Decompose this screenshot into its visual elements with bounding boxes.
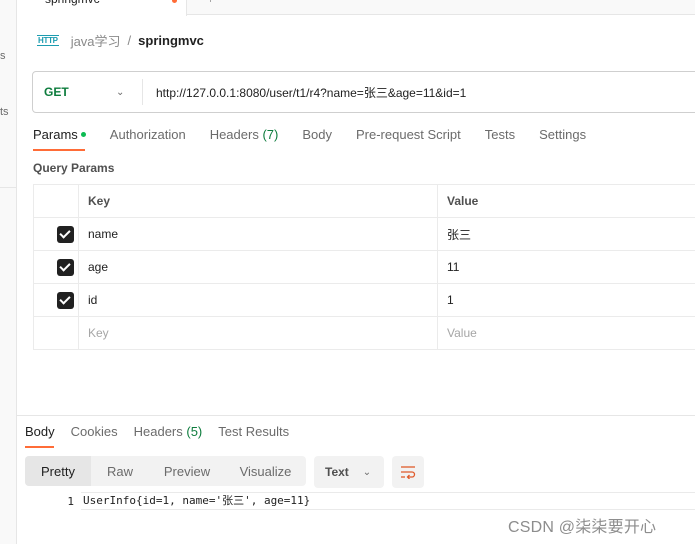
breadcrumb-separator: /: [127, 32, 132, 48]
new-param-value-input[interactable]: Value: [437, 316, 695, 350]
checkbox-cell: [33, 250, 79, 284]
param-enabled-checkbox[interactable]: [57, 258, 74, 276]
response-format-select[interactable]: Text ⌄: [314, 456, 384, 488]
response-view-mode: Pretty Raw Preview Visualize: [25, 456, 306, 486]
tab-label: Tests: [484, 127, 516, 142]
param-key[interactable]: name: [78, 217, 438, 251]
tab-label: Cookies: [70, 424, 118, 439]
sidebar-divider: [0, 187, 17, 188]
table-row-new: Key Value: [33, 316, 695, 350]
checkbox-cell: [33, 217, 79, 251]
checkbox-column-header: [33, 184, 79, 218]
value-column-header: Value: [437, 184, 695, 218]
mode-visualize-button[interactable]: Visualize: [225, 456, 306, 486]
mode-pretty-button[interactable]: Pretty: [25, 456, 91, 486]
param-enabled-checkbox[interactable]: [57, 225, 74, 243]
watermark: CSDN @柒柒要开心: [508, 519, 657, 536]
tab-label: Test Results: [218, 424, 290, 439]
params-active-dot-icon: [80, 132, 86, 137]
tab-label: Params: [33, 127, 78, 142]
response-pane-divider[interactable]: [17, 415, 695, 416]
sidebar-fragment[interactable]: ts: [0, 106, 9, 118]
http-icon: HTTP: [37, 34, 59, 46]
param-enabled-checkbox[interactable]: [57, 291, 74, 309]
checkbox-cell: [33, 316, 79, 350]
tab-label: Headers: [209, 127, 259, 142]
table-header-row: Key Value: [33, 184, 695, 218]
mode-preview-button[interactable]: Preview: [149, 456, 225, 486]
new-param-key-input[interactable]: Key: [78, 316, 438, 350]
response-body-text[interactable]: UserInfo{id=1, name='张三', age=11}: [81, 492, 695, 510]
tab-label: Authorization: [109, 127, 186, 142]
breadcrumb: HTTP java学习 / springmvc: [37, 31, 204, 49]
headers-count: (5): [186, 424, 203, 439]
request-tabstrip: springmvc +: [17, 0, 695, 16]
tab-settings[interactable]: Settings: [539, 127, 586, 151]
param-key[interactable]: age: [78, 250, 438, 284]
tab-authorization[interactable]: Authorization: [110, 127, 186, 151]
key-column-header: Key: [78, 184, 438, 218]
param-key[interactable]: id: [78, 283, 438, 317]
new-tab-button[interactable]: +: [207, 0, 214, 6]
tab-params[interactable]: Params: [33, 127, 86, 151]
tab-tests[interactable]: Tests: [485, 127, 515, 151]
tab-label: Headers: [133, 424, 183, 439]
tab-pre-request-script[interactable]: Pre-request Script: [356, 127, 461, 151]
tab-response-headers[interactable]: Headers (5): [134, 424, 203, 448]
tab-label: Settings: [539, 127, 587, 142]
method-label: GET: [44, 85, 69, 99]
table-row: id 1: [33, 283, 695, 317]
tab-headers[interactable]: Headers (7): [210, 127, 279, 151]
left-sidebar: s ts: [0, 0, 17, 544]
checkbox-cell: [33, 283, 79, 317]
request-tab-active[interactable]: springmvc: [17, 0, 187, 16]
wrap-lines-icon: [401, 466, 416, 479]
query-params-heading: Query Params: [33, 161, 115, 175]
table-row: name 张三: [33, 217, 695, 251]
url-input[interactable]: http://127.0.0.1:8080/user/t1/r4?name=张三…: [143, 84, 466, 101]
chevron-down-icon: ⌄: [362, 466, 372, 478]
breadcrumb-request-name[interactable]: springmvc: [138, 33, 204, 48]
tab-cookies[interactable]: Cookies: [71, 424, 118, 448]
method-select[interactable]: GET ⌄: [33, 79, 143, 105]
param-value[interactable]: 张三: [437, 217, 695, 251]
tab-test-results[interactable]: Test Results: [218, 424, 289, 448]
table-row: age 11: [33, 250, 695, 284]
breadcrumb-collection[interactable]: java学习: [71, 31, 121, 50]
param-value[interactable]: 11: [437, 250, 695, 284]
unsaved-indicator: [172, 0, 177, 3]
request-tab-label: springmvc: [45, 0, 100, 6]
query-params-table: Key Value name 张三 age 11 id 1 Key Value: [33, 184, 695, 350]
mode-raw-button[interactable]: Raw: [91, 456, 149, 486]
headers-count: (7): [262, 127, 279, 142]
sidebar-fragment[interactable]: s: [0, 50, 6, 62]
param-value[interactable]: 1: [437, 283, 695, 317]
url-bar: GET ⌄ http://127.0.0.1:8080/user/t1/r4?n…: [32, 71, 695, 113]
tab-label: Pre-request Script: [355, 127, 461, 142]
tab-response-body[interactable]: Body: [25, 424, 55, 448]
wrap-lines-button[interactable]: [392, 456, 424, 488]
tab-body[interactable]: Body: [302, 127, 332, 151]
tab-label: Body: [302, 127, 332, 142]
chevron-down-icon: ⌄: [116, 86, 125, 98]
response-code-line: 1 UserInfo{id=1, name='张三', age=11}: [17, 492, 695, 510]
line-number: 1: [67, 494, 74, 508]
request-config-tabs: Params Authorization Headers (7) Body Pr…: [33, 127, 610, 151]
tab-label: Body: [25, 424, 55, 439]
response-tabs: Body Cookies Headers (5) Test Results: [25, 424, 305, 448]
format-label: Text: [325, 465, 349, 479]
